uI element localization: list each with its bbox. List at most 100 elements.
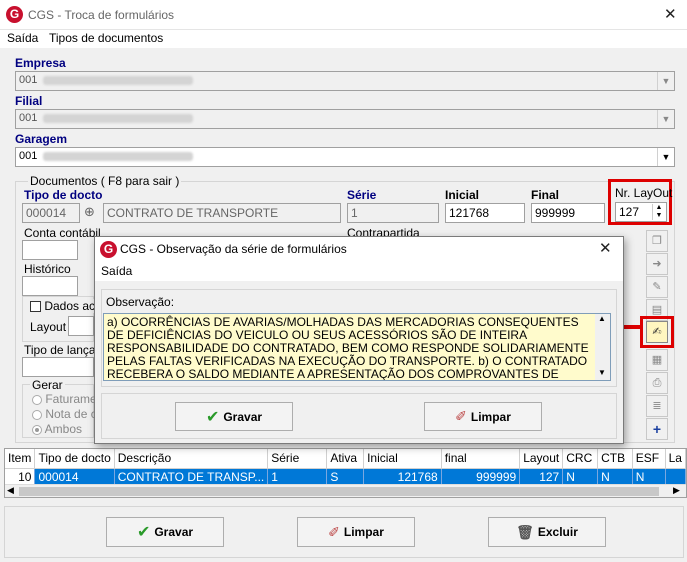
grid-header-inicial[interactable]: Inicial [363,449,442,469]
limpar-button[interactable]: ✐ Limpar [297,517,415,547]
nr-layout-spinner[interactable]: 127 ▲ ▼ [615,202,667,222]
empresa-combo[interactable]: 001 ▼ [15,71,675,91]
final-field[interactable]: 999999 [531,203,605,223]
cgs-logo-icon: G [100,241,117,258]
dados-label: Dados ac [44,299,96,313]
spinner-arrows-icon[interactable]: ▲ ▼ [652,204,665,220]
folder-icon[interactable]: ▦ [646,349,668,371]
gerar-label: Gerar [30,378,65,392]
menu-bar: Saída Tipos de documentos [0,30,687,48]
radio-selected-icon[interactable] [32,424,42,435]
inicial-field[interactable]: 121768 [445,203,525,223]
filial-blurred-name [43,113,194,123]
grid-header-esf[interactable]: ESF [632,449,666,469]
chevron-down-icon[interactable]: ▼ [657,110,674,128]
grid-header-la[interactable]: La [665,449,686,469]
tipo-docto-code-field[interactable]: 000014 [22,203,80,223]
historico-label: Histórico [24,262,71,276]
grid-header-ativa[interactable]: Ativa [326,449,365,469]
tipo-docto-desc-field: CONTRATO DE TRANSPORTE [103,203,341,223]
garagem-blurred-name [43,151,194,161]
scroll-thumb[interactable] [19,487,659,496]
empresa-label: Empresa [15,56,66,70]
title-bar: G CGS - Troca de formulários ✕ [0,0,687,30]
grid-header-item[interactable]: Item [5,449,36,469]
scroll-right-icon[interactable]: ▶ [673,485,680,496]
check-icon: ✔ [205,408,220,426]
scroll-down-icon[interactable]: ▼ [598,368,606,377]
garagem-code: 001 [19,150,38,162]
observacao-dialog: G CGS - Observação da série de formulári… [94,236,624,444]
grid-header-layout[interactable]: Layout [519,449,564,469]
excluir-button[interactable]: 🗑 Excluir [488,517,606,547]
garagem-label: Garagem [15,132,68,146]
grid-header-row: Item Tipo de docto Descrição Série Ativa… [5,449,686,469]
grid-horizontal-scrollbar[interactable]: ◀ ▶ [5,484,686,497]
dialog-menu-bar: Saída [95,261,623,281]
filial-combo[interactable]: 001 ▼ [15,109,675,129]
window-title: CGS - Troca de formulários [28,8,175,22]
brush-icon: ✐ [455,408,467,424]
dados-checkbox[interactable] [30,301,41,313]
binoculars-icon[interactable]: ⊕ [84,204,95,220]
cgs-logo-icon: G [6,6,23,23]
layout-small-label: Layout [30,320,67,334]
observacao-scrollbar[interactable]: ▲ ▼ [595,314,610,380]
grid-header-tipo-docto[interactable]: Tipo de docto [34,449,115,469]
edit-icon[interactable]: ✎ [646,276,668,298]
filial-code: 001 [19,112,38,124]
arrow-right-icon[interactable]: ➜ [646,253,668,275]
scroll-left-icon[interactable]: ◀ [7,485,14,496]
dialog-gravar-button[interactable]: ✔ Gravar [175,402,293,431]
empresa-blurred-name [43,75,194,85]
gerar-option-faturamento[interactable]: Faturamen [32,392,103,406]
nr-layout-value: 127 [619,205,640,219]
dialog-title-bar: G CGS - Observação da série de formulári… [95,237,623,261]
radio-icon[interactable] [32,409,42,420]
tipo-lancamento-field[interactable] [22,357,94,377]
final-label: Final [531,188,560,202]
grid-header-serie[interactable]: Série [267,449,328,469]
brush-icon: ✐ [328,523,340,540]
serie-field[interactable]: 1 [347,203,439,223]
chevron-down-icon[interactable]: ▼ [657,72,674,90]
grid-header-descricao[interactable]: Descrição [114,449,269,469]
print-icon[interactable]: ⎙ [646,372,668,394]
dialog-limpar-button[interactable]: ✐ Limpar [424,402,542,431]
serie-label: Série [347,188,377,202]
tipo-docto-label: Tipo de docto [24,188,103,202]
dialog-title: CGS - Observação da série de formulários [120,242,347,256]
documentos-group-title: Documentos ( F8 para sair ) [28,174,182,188]
gravar-button[interactable]: ✔ Gravar [106,517,224,547]
nr-layout-label: Nr. LayOut [615,186,673,200]
conta-contabil-label: Conta contábil [24,226,101,240]
close-icon[interactable]: ✕ [664,5,677,23]
list-icon[interactable]: ≣ [646,395,668,417]
grid-header-crc[interactable]: CRC [562,449,599,469]
grid-header-final[interactable]: final [441,449,521,469]
gerar-option-ambos[interactable]: Ambos [32,422,82,436]
chevron-down-icon[interactable]: ▼ [657,148,674,166]
historico-field[interactable] [22,276,78,296]
gerar-option-nota[interactable]: Nota de c [32,407,97,421]
menu-tipos-documentos[interactable]: Tipos de documentos [49,31,163,45]
layout-small-field[interactable] [68,316,94,336]
garagem-combo[interactable]: 001 ▼ [15,147,675,167]
check-icon: ✔ [136,524,151,541]
radio-icon[interactable] [32,394,42,405]
copy-icon[interactable]: ❐ [646,230,668,252]
menu-saida[interactable]: Saída [7,31,38,45]
observacao-button-icon[interactable]: ✍ [646,321,668,343]
conta-contabil-field[interactable] [22,240,78,260]
trash-icon: 🗑 [516,523,534,540]
observacao-textarea[interactable]: a) OCORRÊNCIAS DE AVARIAS/MOLHADAS DAS M… [103,313,611,381]
observacao-label: Observação: [106,295,175,309]
filial-label: Filial [15,94,43,108]
dialog-close-icon[interactable]: ✕ [599,239,612,257]
add-icon[interactable]: + [646,418,668,440]
scroll-up-icon[interactable]: ▲ [598,314,606,323]
dados-checkbox-row[interactable]: Dados ac [30,299,96,313]
grid-header-ctb[interactable]: CTB [597,449,633,469]
dialog-menu-saida[interactable]: Saída [101,264,132,278]
inicial-label: Inicial [445,188,480,202]
